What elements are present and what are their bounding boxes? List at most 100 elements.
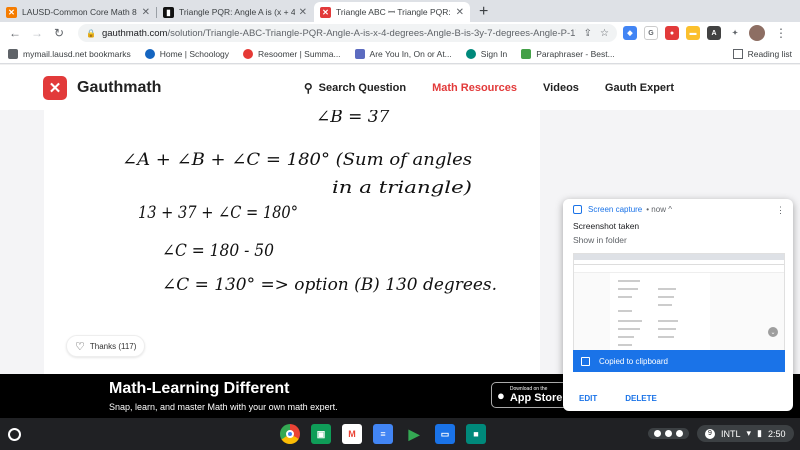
avatar[interactable] [749,25,765,41]
launcher-icon[interactable] [8,428,21,441]
site-icon [354,48,365,59]
notification-badge-icon: 9 [705,428,715,439]
globe-icon [465,48,476,59]
meet-icon[interactable]: ■ [466,424,486,444]
nav-gauth-expert[interactable]: Gauth Expert [605,82,674,94]
solution-line: in a triangle) [332,178,472,198]
extension-shield-icon[interactable]: ◆ [623,26,637,40]
status-tray: 9 INTL ▾ ▮ 2:50 [648,425,794,442]
notification-app: Screen capture [588,205,643,214]
delete-button[interactable]: DELETE [625,394,657,403]
tab-title: LAUSD-Common Core Math 8 B [22,7,138,17]
os-shelf: ▣ M ≡ ▶ ▭ ■ 9 INTL ▾ ▮ 2:50 [0,418,800,450]
bookmarks-bar: mymail.lausd.net bookmarks Home | School… [0,44,800,64]
bookmark-star-icon[interactable]: ☆ [600,28,609,39]
solution-line: 13 + 37 + ∠C = 180° [138,203,298,223]
battery-icon: ▮ [757,428,762,438]
nav-label: Search Question [318,81,407,94]
chevron-down-icon[interactable]: ⌄ [768,327,778,337]
screencast-icon[interactable]: ▭ [435,424,455,444]
notification-header: Screen capture • now ^ [573,205,672,214]
apple-icon: ● [497,387,505,403]
bookmark-label: Resoomer | Summa... [258,48,341,59]
share-icon[interactable]: ⇪ [584,28,592,39]
tab-triangle-pqr[interactable]: ▮ Triangle PQR: Angle A is (x + 4) d ✕ [157,2,313,22]
nav-label: Videos [543,81,579,94]
bookmark-sign-in[interactable]: Sign In [465,48,508,59]
bookmark-paraphraser[interactable]: Paraphraser - Best... [521,48,615,59]
pinned-apps: ▣ M ≡ ▶ ▭ ■ [280,424,486,444]
site-header: ✕ Gauthmath ⚲ Search Question Math Resour… [0,65,800,110]
close-icon[interactable]: ✕ [456,7,464,18]
wifi-icon: ▾ [746,428,752,438]
bookmark-mymail[interactable]: mymail.lausd.net bookmarks [8,48,131,59]
thumbnail-preview-image [610,273,710,350]
url-text: gauthmath.com/solution/Triangle-ABC-Tria… [102,28,576,39]
site-nav: ⚲ Search Question Math Resources Videos G… [278,81,674,95]
extension-gauth-icon[interactable]: G [644,26,658,40]
copied-label: Copied to clipboard [599,356,668,366]
tab-favicon-icon: ▮ [163,6,174,18]
notification-title: Screenshot taken [573,221,640,231]
tab-lausd[interactable]: ✕ LAUSD-Common Core Math 8 B ✕ [0,2,157,22]
extension-red-icon[interactable]: ● [665,26,679,40]
nav-search-question[interactable]: ⚲ Search Question [304,81,406,95]
gmail-icon[interactable]: M [342,424,362,444]
tab-title: Triangle ABC ꟷ Triangle PQR: A [336,6,452,17]
tab-favicon-icon: ✕ [320,6,331,18]
forward-arrow-icon[interactable]: → [28,26,46,40]
new-tab-button[interactable]: + [479,2,488,22]
menu-kebab-icon[interactable]: ⋮ [776,205,785,216]
locale-label: INTL [721,428,741,439]
extension-ai-icon[interactable]: A [707,26,721,40]
classroom-icon[interactable]: ▣ [311,424,331,444]
close-icon[interactable]: ✕ [299,7,307,18]
url-host: gauthmath.com [101,27,168,39]
menu-kebab-icon[interactable]: ⋮ [772,26,790,40]
close-icon[interactable]: ✕ [142,7,150,18]
thanks-button[interactable]: ♡ Thanks (117) [66,335,146,357]
chrome-icon[interactable] [280,424,300,444]
reload-icon[interactable]: ↻ [50,26,68,40]
gauthmath-logo-icon: ✕ [43,75,67,100]
thanks-label: Thanks (117) [89,341,137,351]
play-store-icon[interactable]: ▶ [404,424,424,444]
reading-list[interactable]: Reading list [732,48,792,59]
edit-button[interactable]: EDIT [579,394,597,403]
site-logo[interactable]: ✕ Gauthmath [43,75,161,100]
screen-capture-icon [573,205,582,214]
system-status[interactable]: 9 INTL ▾ ▮ 2:50 [697,425,794,442]
bookmark-are-you-in[interactable]: Are You In, On or At... [354,48,452,59]
screenshot-thumbnail[interactable] [573,253,785,351]
nav-label: Gauth Expert [604,81,674,94]
solution-line: ∠C = 180 - 50 [162,241,274,261]
tab-triangle-abc[interactable]: ✕ Triangle ABC ꟷ Triangle PQR: A ✕ [314,2,470,22]
tab-title: Triangle PQR: Angle A is (x + 4) d [179,7,295,17]
resoomer-icon [243,48,254,59]
nav-math-resources[interactable]: Math Resources [432,82,517,94]
folder-icon [8,48,18,59]
lock-icon: 🔒 [86,28,96,38]
show-in-folder-link[interactable]: Show in folder [573,235,627,245]
solution-line: ∠C = 130° => option (B) 130 degrees. [162,275,497,295]
reading-list-label: Reading list [747,48,792,59]
back-arrow-icon[interactable]: ← [6,26,24,40]
tray-holding-space[interactable] [648,428,689,439]
handwritten-solution: ∠B = 37 ∠A + ∠B + ∠C = 180° (Sum of angl… [122,110,497,295]
address-bar[interactable]: 🔒 gauthmath.com/solution/Triangle-ABC-Tr… [78,24,617,42]
app-store-button[interactable]: ● Download on the App Store [491,382,569,408]
nav-label: Math Resources [432,81,518,94]
tab-strip: ✕ LAUSD-Common Core Math 8 B ✕ ▮ Triangl… [0,0,800,22]
bookmark-schoology[interactable]: Home | Schoology [144,48,229,59]
nav-videos[interactable]: Videos [543,82,579,94]
extensions-puzzle-icon[interactable]: ✦ [728,26,742,40]
extension-ruler-icon[interactable]: ▬ [686,26,700,40]
heart-icon: ♡ [75,340,85,353]
copied-to-clipboard: Copied to clipboard [573,350,785,372]
notification-time: • now ^ [646,205,672,214]
url-path: /solution/Triangle-ABC-Triangle-PQR-Angl… [167,27,576,39]
docs-icon[interactable]: ≡ [373,424,393,444]
bookmark-resoomer[interactable]: Resoomer | Summa... [243,48,341,59]
bookmark-label: Paraphraser - Best... [536,48,615,59]
bookmark-label: Sign In [480,48,508,59]
